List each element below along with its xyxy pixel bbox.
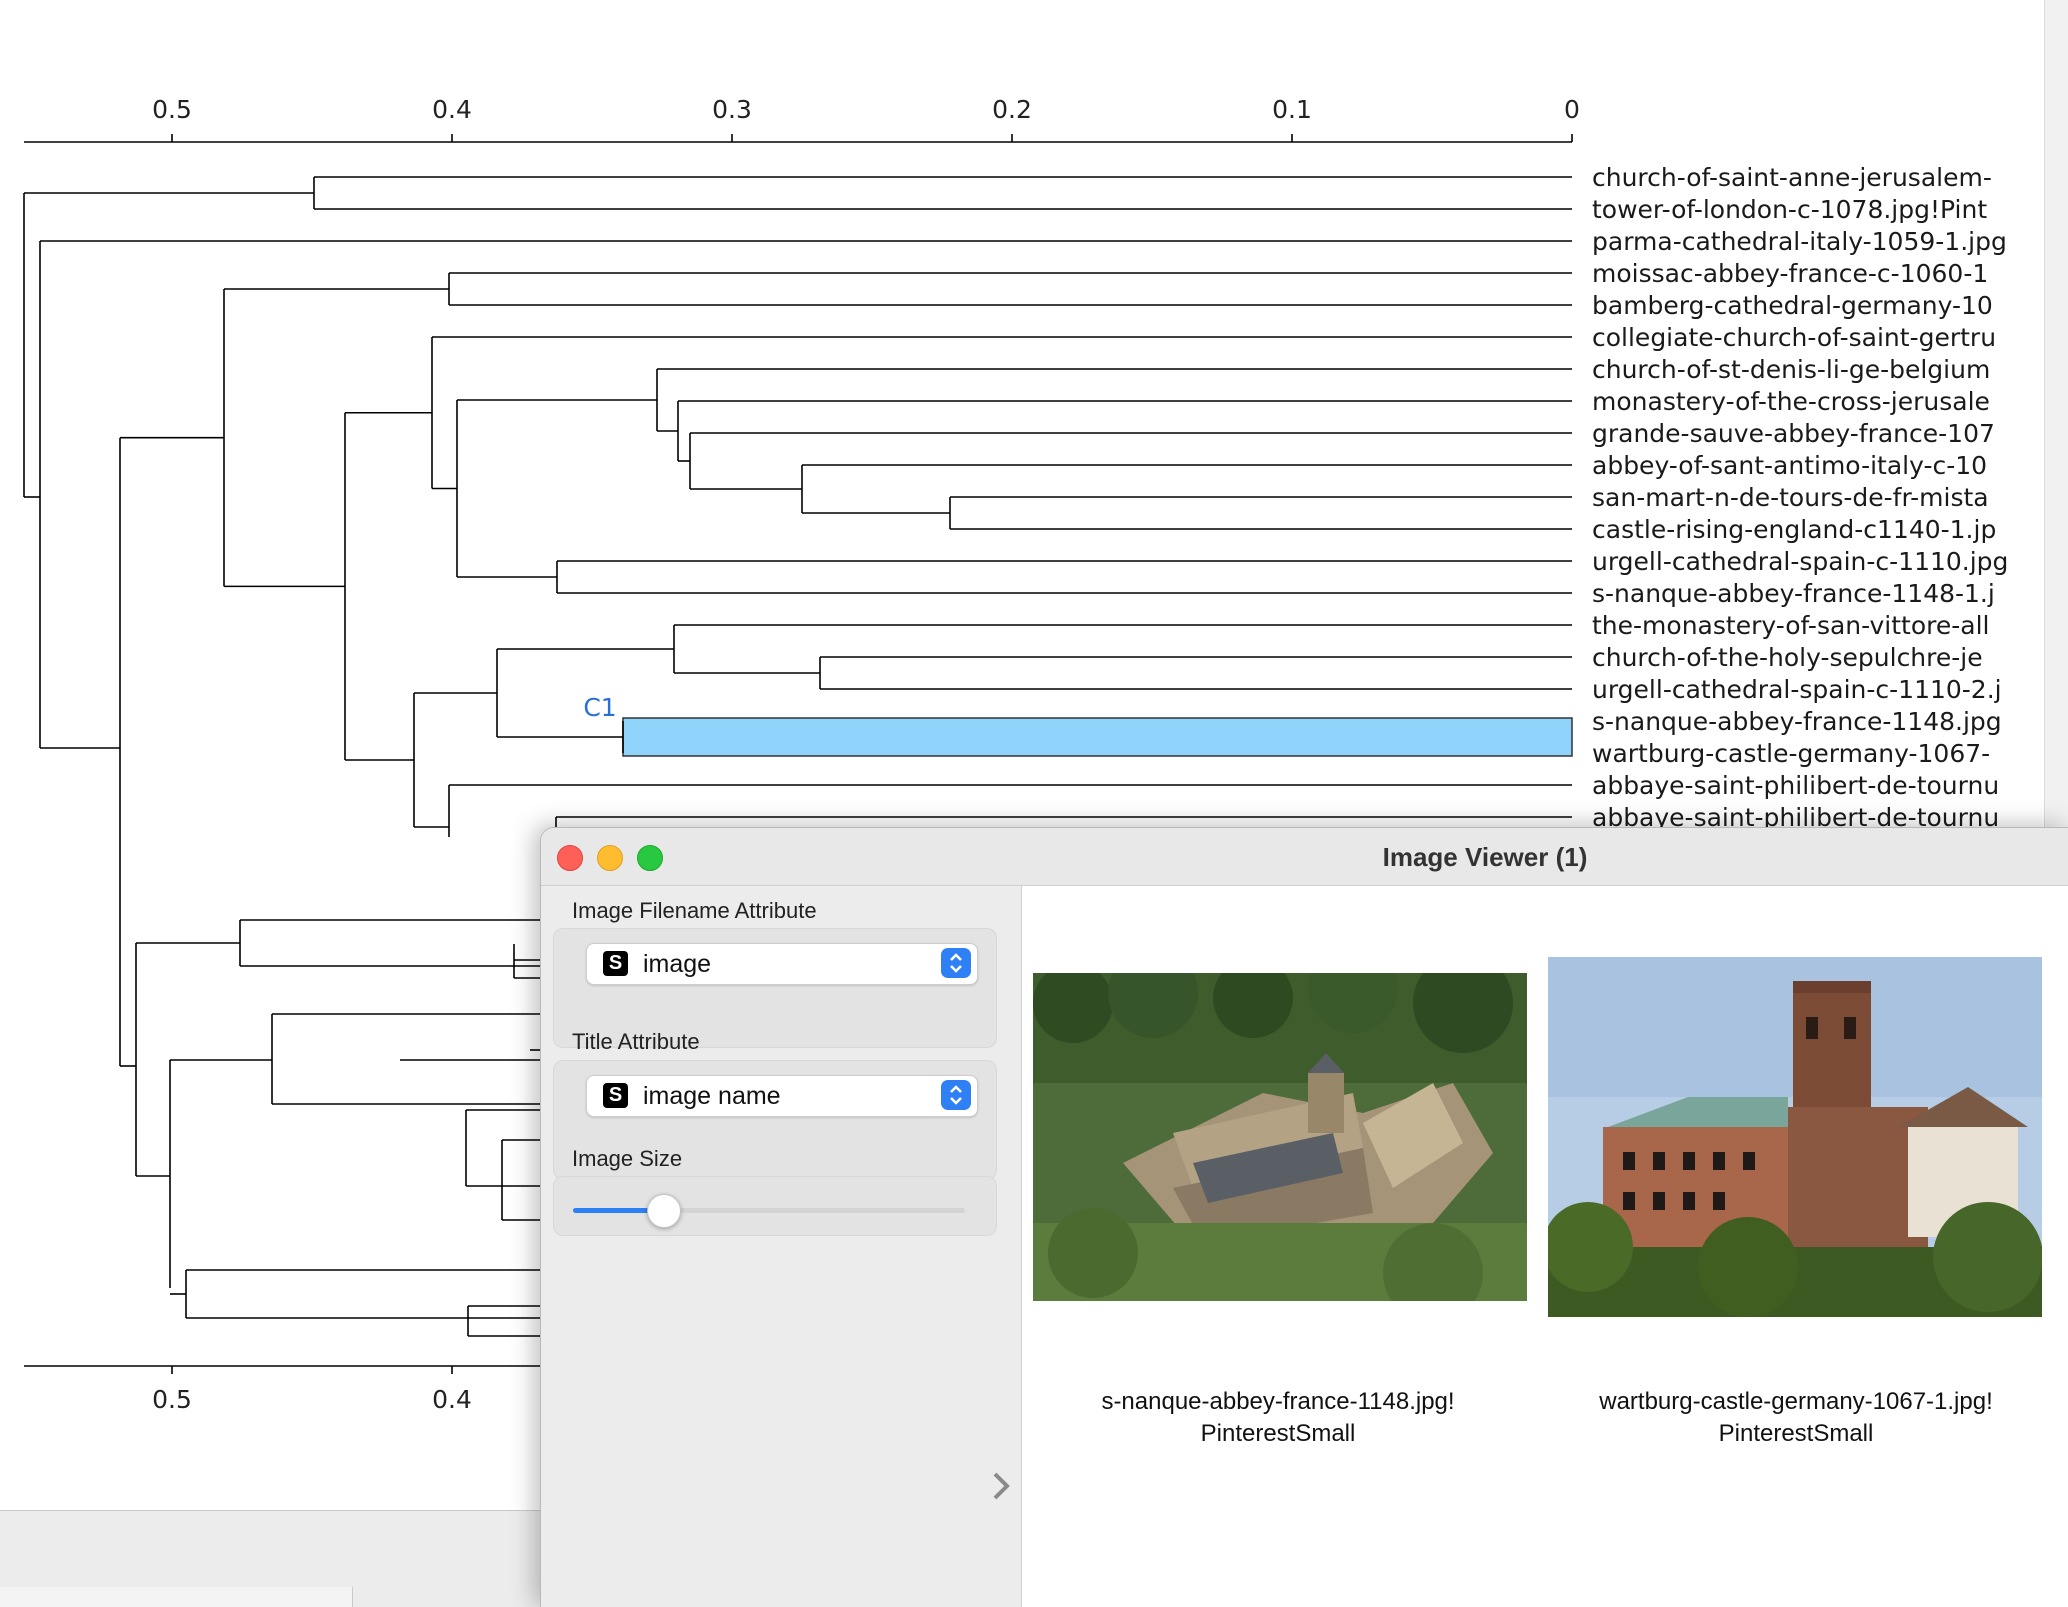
collapse-panel-chevron-icon[interactable] bbox=[989, 1466, 1013, 1506]
dendrogram-leaf-label[interactable]: grande-sauve-abbey-france-107 bbox=[1592, 419, 1995, 448]
axis-tick-label: 0.5 bbox=[152, 95, 192, 124]
dendrogram-leaf-label[interactable]: san-mart-n-de-tours-de-fr-mista bbox=[1592, 483, 1989, 512]
image-title-castle: wartburg-castle-germany-1067-1.jpg! Pint… bbox=[1542, 1386, 2050, 1450]
axis-tick-label: 0.3 bbox=[712, 95, 752, 124]
updown-chevron-icon[interactable] bbox=[941, 1080, 971, 1110]
dendrogram-leaf-label[interactable]: abbey-of-sant-antimo-italy-c-10 bbox=[1592, 451, 1987, 480]
image-title-line: wartburg-castle-germany-1067-1.jpg! bbox=[1599, 1388, 1993, 1415]
dendrogram-leaf-label[interactable]: moissac-abbey-france-c-1060-1 bbox=[1592, 259, 1988, 288]
dendrogram-leaf-label[interactable]: wartburg-castle-germany-1067- bbox=[1592, 739, 1990, 768]
dendrogram-leaf-label[interactable]: monastery-of-the-cross-jerusale bbox=[1592, 387, 1990, 416]
selected-cluster-highlight[interactable] bbox=[622, 717, 1573, 757]
image-size-slider-knob[interactable] bbox=[647, 1194, 682, 1228]
title-attribute-value: image name bbox=[643, 1082, 781, 1110]
image-title-line: PinterestSmall bbox=[1718, 1420, 1874, 1447]
dendrogram-leaf-label[interactable]: tower-of-london-c-1078.jpg!Pint bbox=[1592, 195, 1987, 224]
dendrogram-leaf-label[interactable]: s-nanque-abbey-france-1148.jpg bbox=[1592, 707, 2002, 736]
image-title-line: s-nanque-abbey-france-1148.jpg! bbox=[1101, 1388, 1455, 1415]
dendrogram-leaf-label[interactable]: collegiate-church-of-saint-gertru bbox=[1592, 323, 1996, 352]
control-panel: Image Filename Attribute S image Title A… bbox=[541, 886, 1021, 1607]
filename-attribute-combo[interactable]: S image bbox=[586, 943, 978, 985]
window-title: Image Viewer (1) bbox=[1382, 842, 1588, 872]
dendrogram-leaf-label[interactable]: church-of-saint-anne-jerusalem- bbox=[1592, 163, 1992, 192]
dendrogram-leaf-label[interactable]: the-monastery-of-san-vittore-all bbox=[1592, 611, 1989, 640]
image-size-label: Image Size bbox=[572, 1146, 683, 1171]
title-attribute-combo[interactable]: S image name bbox=[586, 1075, 978, 1117]
axis-tick-label: 0.4 bbox=[432, 1385, 472, 1414]
axis-tick-label: 0.2 bbox=[992, 95, 1032, 124]
dendrogram-leaf-label[interactable]: parma-cathedral-italy-1059-1.jpg bbox=[1592, 227, 2007, 256]
image-size-box bbox=[553, 1176, 997, 1236]
axis-tick-label: 0.4 bbox=[432, 95, 472, 124]
axis-tick-label: 0 bbox=[1564, 95, 1580, 124]
image-thumbnail-castle[interactable] bbox=[1548, 957, 2042, 1317]
image-size-slider[interactable] bbox=[573, 1194, 965, 1228]
image-title-abbey: s-nanque-abbey-france-1148.jpg! Pinteres… bbox=[1022, 1386, 1534, 1450]
window-titlebar[interactable]: Image Viewer (1) bbox=[541, 828, 2068, 886]
image-title-line: PinterestSmall bbox=[1200, 1420, 1356, 1447]
filename-attribute-label: Image Filename Attribute bbox=[572, 898, 817, 923]
image-viewer-window: Image Viewer (1) Image Filename Attribut… bbox=[540, 827, 2068, 1607]
axis-tick-label: 0.5 bbox=[152, 1385, 192, 1414]
image-thumbnail-abbey[interactable] bbox=[1033, 973, 1527, 1301]
dendrogram-leaf-label[interactable]: church-of-st-denis-li-ge-belgium bbox=[1592, 355, 1990, 384]
dendrogram-leaf-label[interactable]: abbaye-saint-philibert-de-tournu bbox=[1592, 771, 1999, 800]
image-grid: s-nanque-abbey-france-1148.jpg! Pinteres… bbox=[1021, 886, 2068, 1607]
dendrogram-leaf-label[interactable]: urgell-cathedral-spain-c-1110.jpg bbox=[1592, 547, 2008, 576]
dendrogram-leaf-label[interactable]: s-nanque-abbey-france-1148-1.j bbox=[1592, 579, 1995, 608]
title-attribute-label: Title Attribute bbox=[572, 1029, 700, 1054]
updown-chevron-icon[interactable] bbox=[941, 948, 971, 978]
string-type-icon: S bbox=[603, 1083, 628, 1108]
filename-attribute-value: image bbox=[643, 950, 712, 978]
dendrogram-leaf-label[interactable]: urgell-cathedral-spain-c-1110-2.j bbox=[1592, 675, 2002, 704]
selected-cluster-label: C1 bbox=[583, 693, 616, 722]
string-type-icon: S bbox=[603, 951, 628, 976]
dendrogram-leaf-label[interactable]: church-of-the-holy-sepulchre-je bbox=[1592, 643, 1983, 672]
dendrogram-leaf-label[interactable]: bamberg-cathedral-germany-10 bbox=[1592, 291, 1993, 320]
axis-tick-label: 0.1 bbox=[1272, 95, 1312, 124]
bottom-bar-segment bbox=[0, 1587, 353, 1607]
dendrogram-leaf-label[interactable]: castle-rising-england-c1140-1.jp bbox=[1592, 515, 1996, 544]
